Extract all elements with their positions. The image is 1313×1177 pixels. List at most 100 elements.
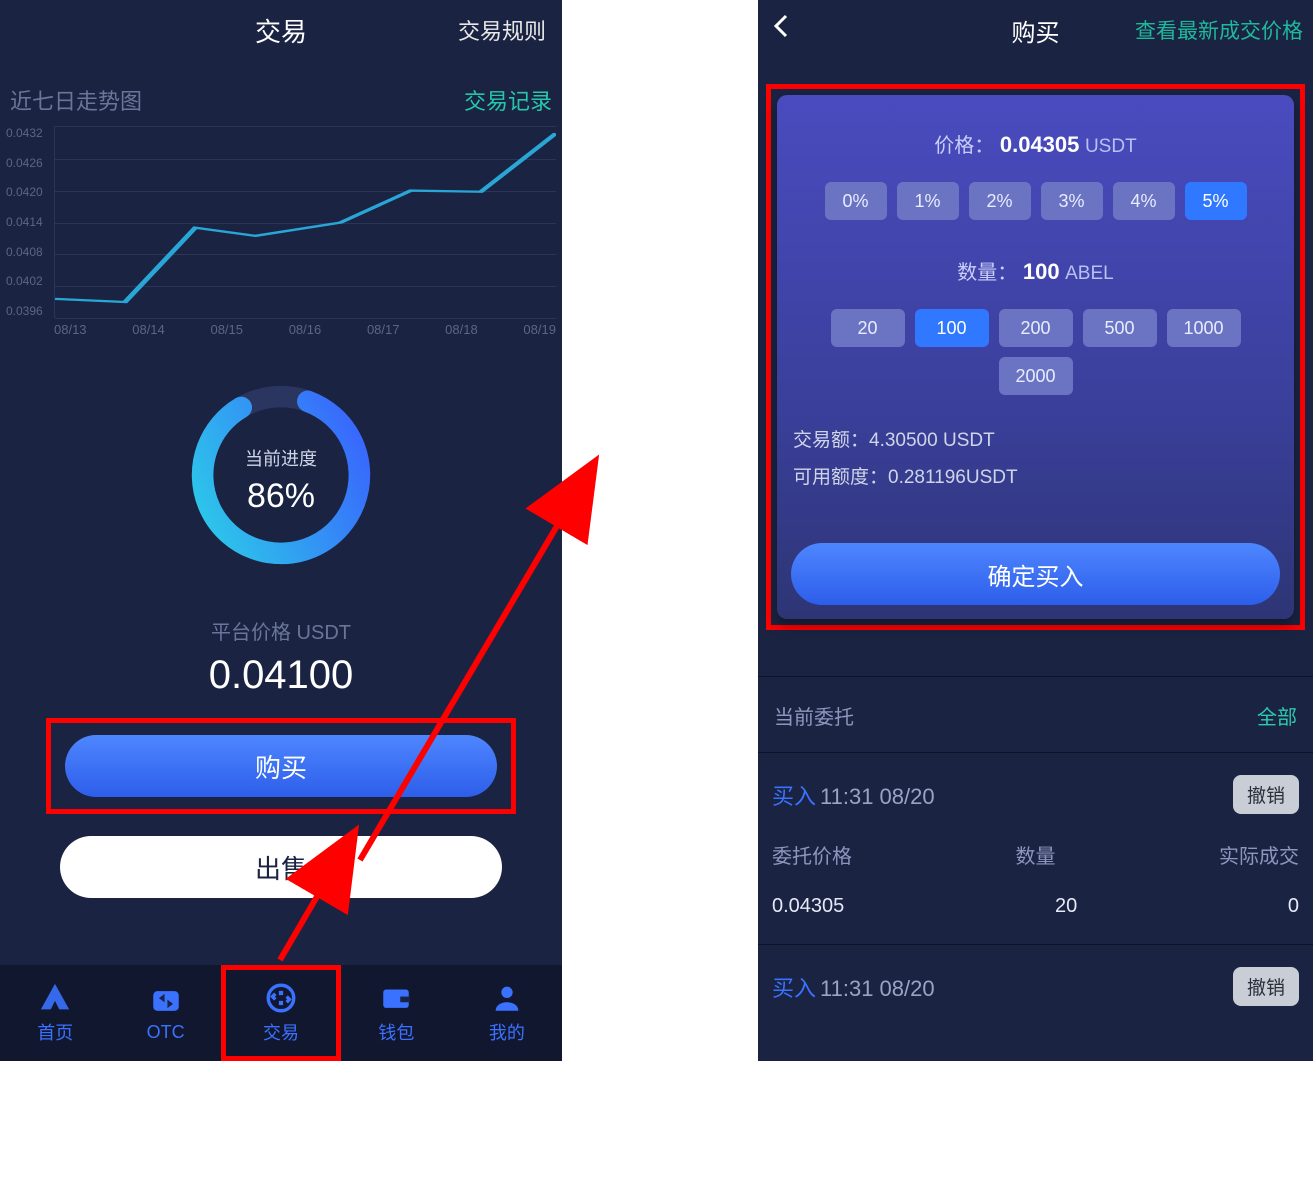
chevron-left-icon (772, 12, 792, 40)
nav-home[interactable]: 首页 (0, 965, 110, 1061)
val-qty: 20 (1055, 895, 1077, 918)
person-icon (490, 981, 524, 1015)
ytick: 0.0414 (6, 215, 43, 229)
buy-screen: 购买 查看最新成交价格 价格： 0.04305 USDT 0% 1% 2% 3%… (758, 0, 1313, 1061)
pct-chip[interactable]: 1% (897, 182, 959, 220)
order-item: 买入11:31 08/20 撤销 委托价格 数量 实际成交 0.04305 20… (758, 752, 1313, 944)
price-unit: USDT (1085, 136, 1137, 157)
percent-chips: 0% 1% 2% 3% 4% 5% (791, 182, 1280, 220)
price-label: 价格： (934, 135, 994, 157)
home-icon (38, 981, 72, 1015)
nav-label: 我的 (489, 1019, 525, 1045)
price-value: 0.04305 (1000, 132, 1080, 157)
bottom-nav: 首页 OTC 交易 钱包 我的 (0, 965, 562, 1061)
trade-icon (264, 981, 298, 1015)
progress-value: 86% (0, 477, 562, 516)
col-filled: 实际成交 (1219, 840, 1299, 869)
amount-label: 交易额： (793, 430, 869, 451)
orders-all-link[interactable]: 全部 (1257, 701, 1297, 730)
pct-chip[interactable]: 3% (1041, 182, 1103, 220)
xtick: 08/17 (367, 322, 400, 337)
order-timestamp: 11:31 08/20 (820, 784, 935, 809)
ytick: 0.0402 (6, 274, 43, 288)
cancel-order-button[interactable]: 撤销 (1233, 967, 1299, 1006)
buy-button[interactable]: 购买 (65, 735, 497, 797)
line-chart (54, 126, 556, 318)
pct-chip[interactable]: 2% (969, 182, 1031, 220)
qty-row: 数量： 100 ABEL (791, 256, 1280, 285)
platform-price-value: 0.04100 (0, 653, 562, 698)
platform-price-label: 平台价格 USDT (0, 616, 562, 645)
xtick: 08/13 (54, 322, 87, 337)
qty-chips: 20 100 200 500 1000 2000 (791, 309, 1280, 395)
order-side: 买入 (772, 784, 816, 809)
x-axis-labels: 08/13 08/14 08/15 08/16 08/17 08/18 08/1… (54, 318, 556, 337)
header-title: 交易 (255, 12, 307, 49)
qty-chip[interactable]: 1000 (1167, 309, 1241, 347)
xtick: 08/19 (523, 322, 556, 337)
ytick: 0.0426 (6, 156, 43, 170)
qty-unit: ABEL (1065, 263, 1114, 284)
order-item: 买入11:31 08/20 撤销 (758, 944, 1313, 1006)
meta-rows: 交易额：4.30500 USDT 可用额度：0.281196USDT (793, 425, 1278, 489)
trade-screen: 交易 交易规则 近七日走势图 交易记录 0.0432 0.0426 0.0420… (0, 0, 562, 1061)
buy-panel: 价格： 0.04305 USDT 0% 1% 2% 3% 4% 5% 数量： 1… (777, 95, 1294, 619)
pct-chip[interactable]: 5% (1185, 182, 1247, 220)
cancel-order-button[interactable]: 撤销 (1233, 775, 1299, 814)
chart-line-icon (55, 127, 556, 318)
amount-value: 4.30500 USDT (869, 430, 995, 451)
qty-label: 数量： (957, 262, 1017, 284)
nav-wallet[interactable]: 钱包 (341, 965, 451, 1061)
avail-label: 可用额度： (793, 467, 888, 488)
qty-chip[interactable]: 20 (831, 309, 905, 347)
sell-button[interactable]: 出售 (60, 836, 502, 898)
buy-button-highlight: 购买 (46, 718, 516, 814)
header-title: 购买 (1012, 13, 1060, 48)
chart-title: 近七日走势图 (10, 84, 142, 116)
swap-icon (149, 984, 183, 1018)
header-left: 交易 交易规则 (0, 0, 562, 60)
chart-area: 0.0432 0.0426 0.0420 0.0414 0.0408 0.040… (0, 126, 562, 337)
price-row: 价格： 0.04305 USDT (791, 129, 1280, 158)
xtick: 08/15 (210, 322, 243, 337)
qty-chip[interactable]: 500 (1083, 309, 1157, 347)
nav-label: OTC (147, 1022, 185, 1043)
back-button[interactable] (772, 12, 792, 48)
qty-chip[interactable]: 2000 (999, 357, 1073, 395)
trade-records-link[interactable]: 交易记录 (464, 84, 552, 116)
val-filled: 0 (1288, 895, 1299, 918)
nav-label: 交易 (263, 1019, 299, 1045)
col-qty: 数量 (1016, 840, 1056, 869)
qty-value: 100 (1023, 259, 1060, 284)
xtick: 08/14 (132, 322, 165, 337)
orders-label: 当前委托 (774, 701, 854, 730)
col-price: 委托价格 (772, 840, 852, 869)
ytick: 0.0396 (6, 304, 43, 318)
rules-link[interactable]: 交易规则 (458, 14, 546, 46)
y-axis-labels: 0.0432 0.0426 0.0420 0.0414 0.0408 0.040… (6, 126, 43, 318)
orders-header: 当前委托 全部 (758, 676, 1313, 752)
buy-panel-highlight: 价格： 0.04305 USDT 0% 1% 2% 3% 4% 5% 数量： 1… (766, 84, 1305, 630)
nav-mine[interactable]: 我的 (452, 965, 562, 1061)
xtick: 08/18 (445, 322, 478, 337)
nav-label: 钱包 (378, 1019, 414, 1045)
pct-chip[interactable]: 0% (825, 182, 887, 220)
ytick: 0.0432 (6, 126, 43, 140)
order-timestamp: 11:31 08/20 (820, 976, 935, 1001)
qty-chip[interactable]: 100 (915, 309, 989, 347)
ytick: 0.0408 (6, 245, 43, 259)
progress-label: 当前进度 (0, 445, 562, 471)
avail-value: 0.281196USDT (888, 467, 1018, 488)
ytick: 0.0420 (6, 185, 43, 199)
confirm-buy-button[interactable]: 确定买入 (791, 543, 1280, 605)
nav-trade[interactable]: 交易 (221, 965, 341, 1061)
latest-price-link[interactable]: 查看最新成交价格 (1135, 15, 1303, 45)
progress-donut: 当前进度 86% (0, 377, 562, 516)
val-price: 0.04305 (772, 895, 844, 918)
chart-subheader: 近七日走势图 交易记录 (0, 60, 562, 126)
pct-chip[interactable]: 4% (1113, 182, 1175, 220)
nav-otc[interactable]: OTC (110, 965, 220, 1061)
header-right: 购买 查看最新成交价格 (758, 0, 1313, 60)
qty-chip[interactable]: 200 (999, 309, 1073, 347)
order-side: 买入 (772, 976, 816, 1001)
